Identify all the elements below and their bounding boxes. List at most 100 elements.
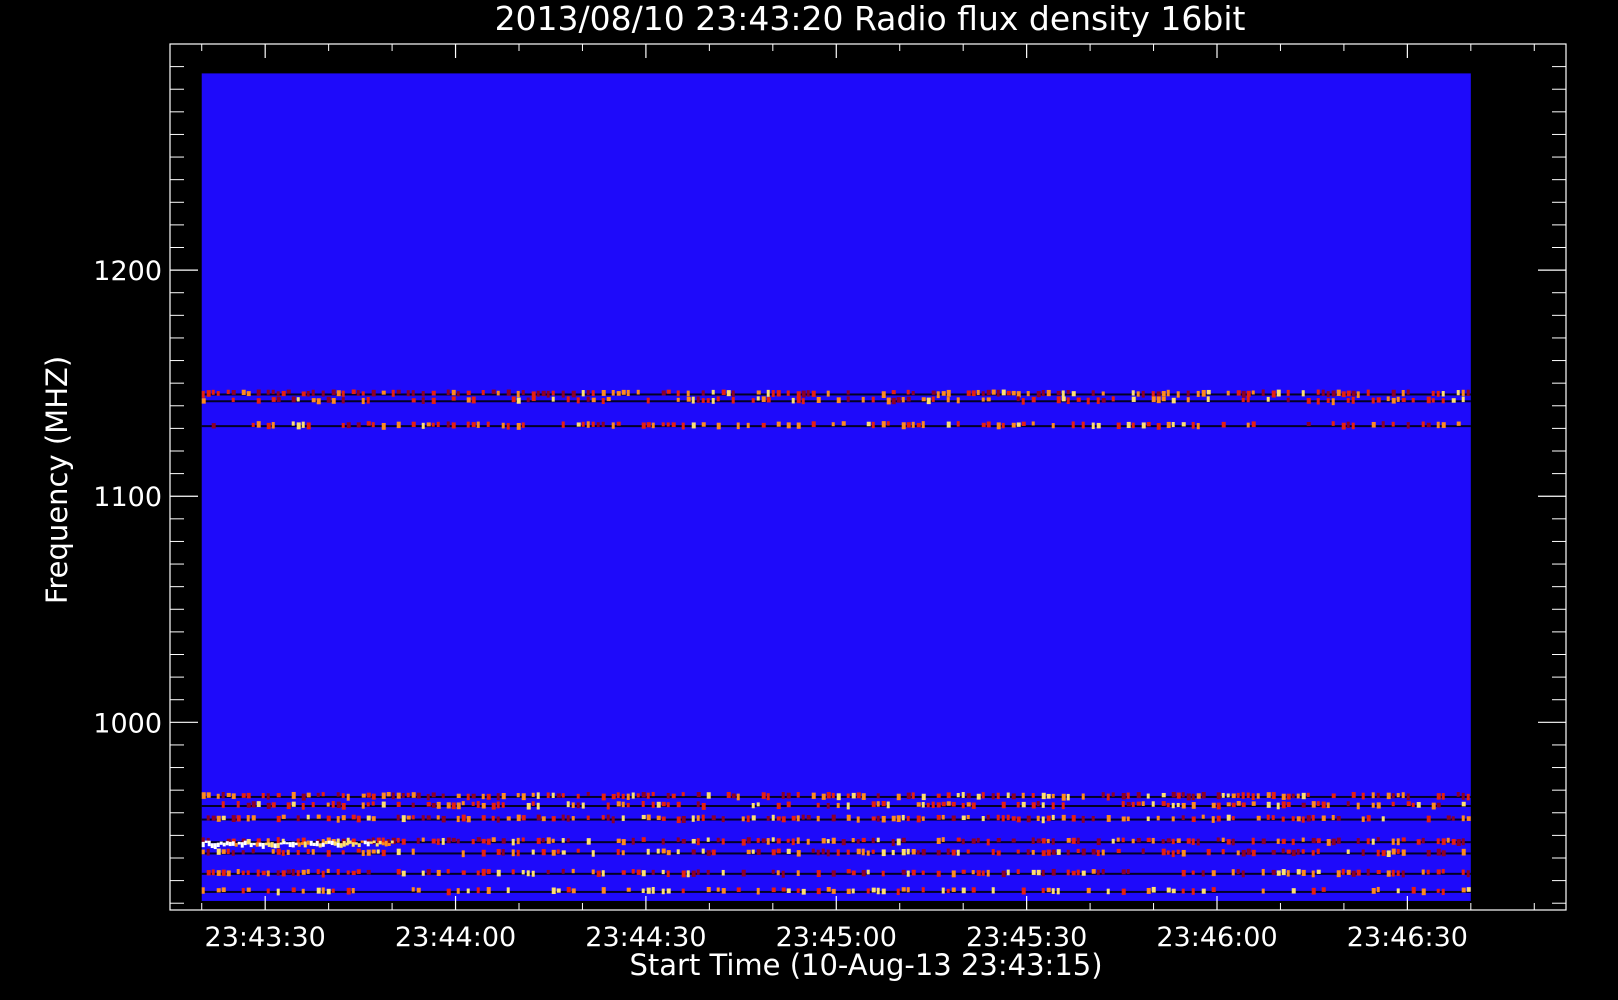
band-pixel bbox=[1156, 396, 1161, 404]
band-pixel bbox=[786, 888, 791, 894]
band-pixel bbox=[1291, 838, 1295, 845]
band-pixel bbox=[1351, 792, 1356, 798]
band-pixel bbox=[261, 870, 266, 876]
band-pixel bbox=[1376, 849, 1380, 857]
band-pixel bbox=[661, 869, 665, 875]
band-pixel bbox=[531, 870, 535, 877]
band-pixel bbox=[1351, 396, 1355, 404]
band-pixel bbox=[561, 421, 565, 428]
band-pixel bbox=[401, 792, 405, 799]
band-pixel bbox=[1171, 816, 1175, 822]
band-pixel bbox=[576, 848, 580, 853]
band-pixel bbox=[506, 816, 511, 821]
band-pixel bbox=[831, 837, 836, 844]
band-pixel bbox=[671, 422, 676, 428]
band-pixel bbox=[976, 870, 981, 877]
band-pixel bbox=[416, 792, 421, 799]
band-pixel bbox=[1466, 389, 1470, 396]
band-pixel bbox=[456, 802, 461, 810]
band-pixel bbox=[1311, 814, 1315, 821]
band-pixel bbox=[396, 801, 401, 807]
band-pixel bbox=[936, 802, 941, 808]
band-pixel bbox=[911, 792, 915, 799]
band-pixel bbox=[696, 815, 700, 821]
band-pixel bbox=[476, 801, 480, 808]
band-pixel bbox=[431, 802, 436, 808]
band-pixel bbox=[661, 888, 665, 895]
plot-area bbox=[169, 43, 1567, 911]
band-pixel bbox=[226, 870, 231, 877]
band-pixel bbox=[1361, 816, 1365, 822]
band-pixel bbox=[931, 390, 936, 395]
band-pixel bbox=[826, 839, 830, 844]
band-pixel bbox=[1246, 396, 1250, 403]
band-pixel bbox=[891, 390, 896, 395]
band-pixel bbox=[1466, 793, 1470, 801]
band-pixel bbox=[466, 397, 471, 403]
band-pixel bbox=[491, 837, 496, 842]
band-pixel bbox=[1221, 849, 1225, 855]
band-pixel bbox=[426, 815, 431, 820]
band-pixel bbox=[1016, 396, 1020, 402]
band-pixel bbox=[846, 869, 851, 874]
band-pixel bbox=[446, 888, 451, 896]
band-pixel bbox=[1326, 398, 1330, 403]
band-pixel bbox=[1041, 389, 1045, 397]
band-pixel bbox=[201, 887, 205, 894]
band-pixel bbox=[696, 801, 700, 808]
band-pixel bbox=[1311, 887, 1316, 895]
band-pixel bbox=[1021, 887, 1026, 895]
band-pixel bbox=[1386, 870, 1391, 877]
band-pixel bbox=[1031, 802, 1036, 809]
band-pixel bbox=[831, 422, 835, 427]
band-pixel bbox=[1036, 815, 1040, 822]
band-pixel bbox=[1346, 849, 1350, 854]
band-pixel bbox=[1031, 869, 1036, 875]
band-pixel bbox=[946, 397, 950, 403]
band-pixel bbox=[281, 390, 286, 397]
band-pixel bbox=[1066, 397, 1070, 405]
band-pixel bbox=[1156, 423, 1161, 430]
band-pixel bbox=[436, 869, 441, 877]
band-pixel bbox=[456, 815, 460, 823]
band-pixel bbox=[1071, 815, 1076, 822]
band-pixel bbox=[436, 801, 441, 809]
band-pixel bbox=[1371, 838, 1375, 845]
band-pixel bbox=[316, 887, 321, 894]
band-pixel bbox=[1011, 838, 1016, 843]
band-pixel bbox=[1241, 849, 1246, 857]
band-pixel bbox=[1421, 837, 1425, 844]
band-pixel bbox=[426, 869, 431, 876]
band-pixel bbox=[366, 815, 371, 821]
band-pixel bbox=[1076, 848, 1080, 854]
band-pixel bbox=[1071, 421, 1075, 429]
band-pixel bbox=[1376, 792, 1380, 799]
band-pixel bbox=[1411, 886, 1416, 894]
band-pixel bbox=[321, 870, 325, 878]
x-tick-label: 23:44:00 bbox=[395, 922, 516, 953]
band-pixel bbox=[1286, 801, 1291, 808]
band-pixel bbox=[1206, 389, 1211, 395]
band-pixel bbox=[601, 870, 605, 877]
band-pixel bbox=[1191, 838, 1195, 845]
band-pixel bbox=[251, 422, 255, 427]
band-pixel bbox=[296, 422, 301, 430]
band-pixel bbox=[1371, 421, 1376, 428]
band-pixel bbox=[516, 849, 520, 857]
band-pixel bbox=[701, 814, 705, 822]
band-pixel bbox=[796, 850, 801, 857]
burst-pixel bbox=[228, 841, 232, 847]
band-pixel bbox=[831, 814, 836, 822]
band-pixel bbox=[421, 837, 425, 842]
band-pixel bbox=[1376, 870, 1381, 875]
band-pixel bbox=[1226, 802, 1231, 807]
band-pixel bbox=[896, 838, 901, 846]
band-pixel bbox=[681, 422, 685, 430]
burst-pixel bbox=[348, 840, 352, 844]
band-pixel bbox=[1241, 397, 1245, 403]
band-pixel bbox=[1451, 838, 1456, 845]
band-pixel bbox=[1096, 422, 1101, 429]
band-pixel bbox=[661, 816, 666, 821]
band-pixel bbox=[291, 887, 296, 893]
band-pixel bbox=[1301, 849, 1305, 854]
